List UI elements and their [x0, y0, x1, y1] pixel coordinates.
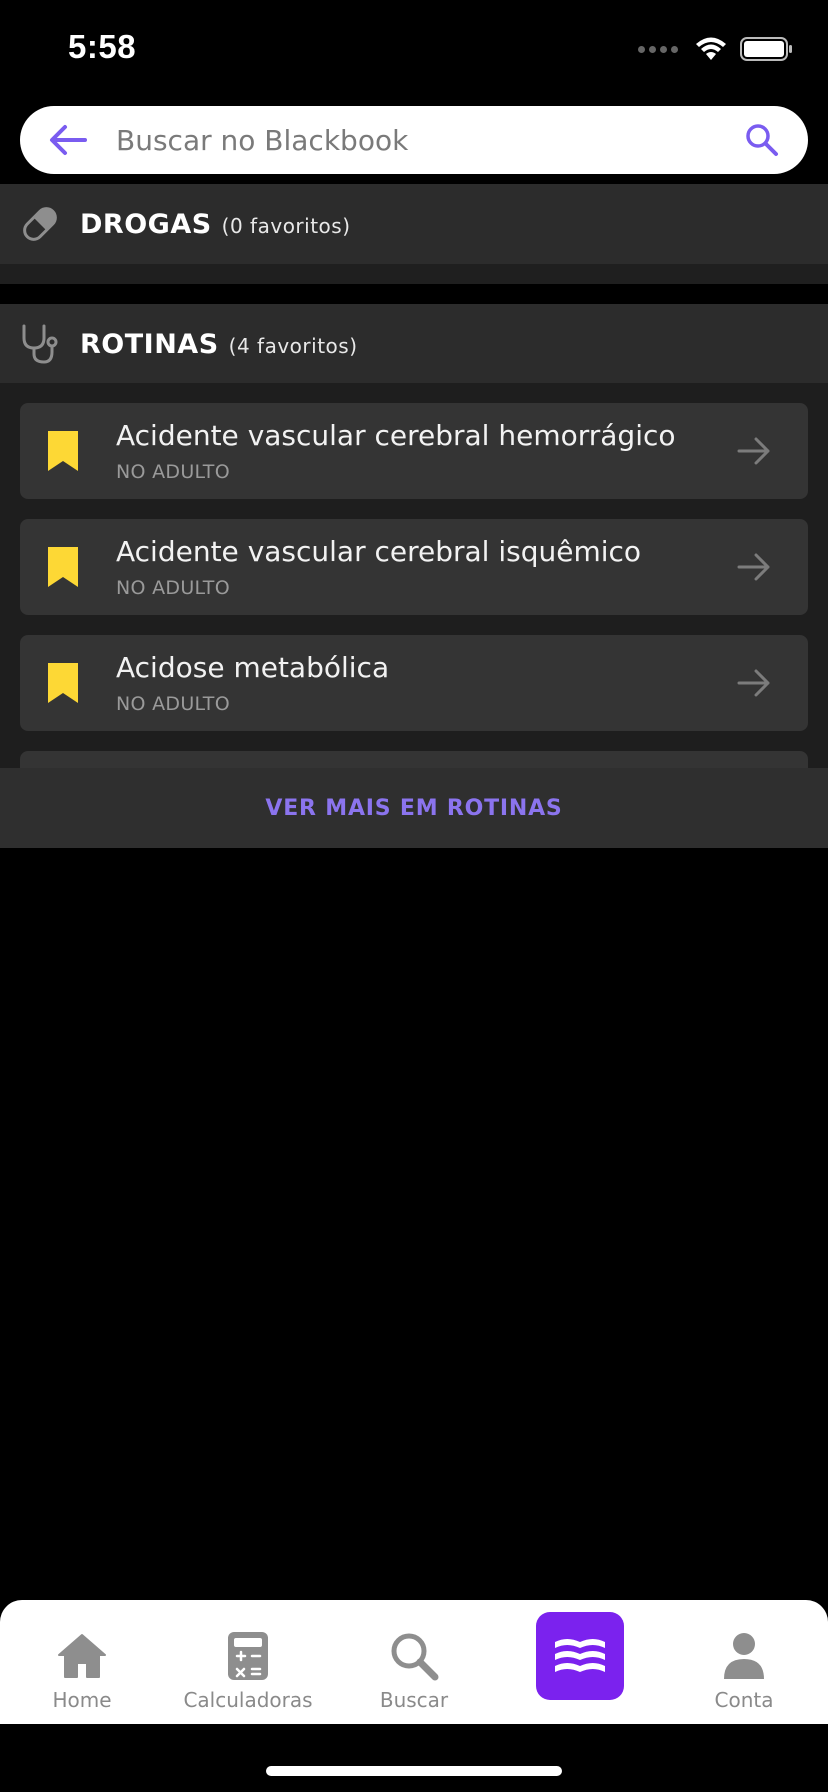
tab-blackbook[interactable]	[536, 1612, 624, 1700]
bookmark-icon	[48, 431, 78, 471]
tab-bar: Home Calculadoras Buscar Conta	[0, 1600, 828, 1724]
cellular-signal-icon	[638, 45, 678, 53]
item-subtitle: NO ADULTO	[116, 693, 230, 715]
wifi-icon	[696, 37, 726, 60]
search-icon	[388, 1630, 440, 1682]
tab-conta-label: Conta	[714, 1688, 774, 1712]
person-icon	[718, 1630, 770, 1682]
see-more-rotinas-button[interactable]: VER MAIS EM ROTINAS	[0, 768, 828, 848]
rotinas-count: (4 favoritos)	[228, 333, 358, 358]
rotinas-title: ROTINAS (4 favoritos)	[80, 328, 358, 360]
tab-home[interactable]: Home	[32, 1600, 132, 1724]
rotinas-section-header[interactable]: ROTINAS (4 favoritos)	[0, 304, 828, 384]
drogas-count: (0 favoritos)	[221, 213, 351, 238]
arrow-right-icon	[737, 437, 770, 465]
drogas-title: DROGAS (0 favoritos)	[80, 208, 351, 240]
list-item-partial[interactable]	[20, 751, 808, 768]
calculator-icon	[222, 1630, 274, 1682]
item-title: Acidose metabólica	[116, 651, 390, 684]
tab-conta[interactable]: Conta	[694, 1600, 794, 1724]
drogas-section-header[interactable]: DROGAS (0 favoritos)	[0, 184, 828, 264]
list-item[interactable]: Acidente vascular cerebral hemorrágico N…	[20, 403, 808, 499]
stethoscope-icon	[18, 322, 62, 366]
battery-icon	[740, 37, 792, 61]
bookmark-icon	[48, 547, 78, 587]
pill-icon	[18, 202, 62, 246]
list-item[interactable]: Acidose metabólica NO ADULTO	[20, 635, 808, 731]
search-button[interactable]	[742, 120, 782, 160]
item-subtitle: NO ADULTO	[116, 461, 230, 483]
search-icon	[746, 124, 778, 156]
search-bar	[20, 106, 808, 174]
tab-calculadoras[interactable]: Calculadoras	[180, 1600, 316, 1724]
search-input[interactable]	[116, 116, 746, 164]
tab-home-label: Home	[52, 1688, 112, 1712]
arrow-left-icon	[50, 125, 87, 155]
drogas-empty-body	[0, 264, 828, 284]
item-title: Acidente vascular cerebral isquêmico	[116, 535, 642, 568]
arrow-right-icon	[737, 669, 770, 697]
status-time: 5:58	[68, 28, 137, 65]
tab-calculadoras-label: Calculadoras	[183, 1688, 313, 1712]
status-bar: 5:58	[0, 0, 828, 100]
status-icons	[638, 36, 794, 62]
item-title: Acidente vascular cerebral hemorrágico	[116, 419, 676, 452]
see-more-label: VER MAIS EM ROTINAS	[265, 795, 563, 821]
book-icon	[555, 1639, 605, 1672]
tab-buscar[interactable]: Buscar	[364, 1600, 464, 1724]
tab-buscar-label: Buscar	[379, 1688, 449, 1712]
arrow-right-icon	[737, 553, 770, 581]
home-icon	[56, 1630, 108, 1682]
back-button[interactable]	[48, 120, 88, 160]
rotinas-list: Acidente vascular cerebral hemorrágico N…	[0, 383, 828, 768]
list-item[interactable]: Acidente vascular cerebral isquêmico NO …	[20, 519, 808, 615]
item-subtitle: NO ADULTO	[116, 577, 230, 599]
home-indicator[interactable]	[266, 1766, 562, 1776]
bookmark-icon	[48, 663, 78, 703]
